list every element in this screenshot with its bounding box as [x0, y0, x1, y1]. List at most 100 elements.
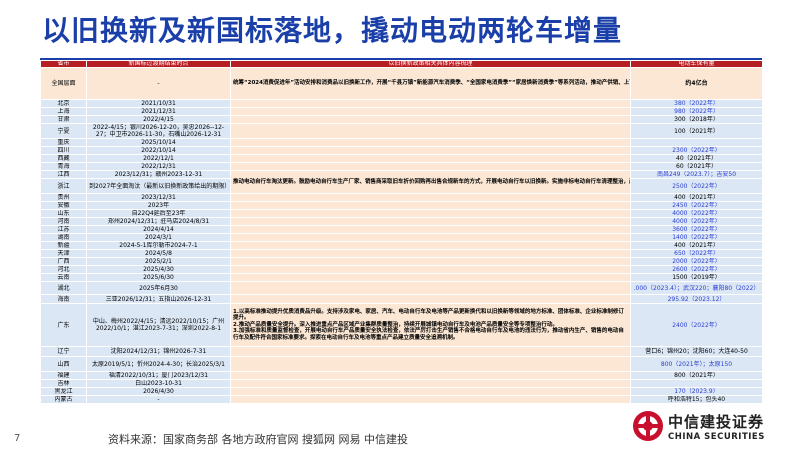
- policy-cell-empty: [230, 138, 631, 147]
- policy-cell-empty: [230, 281, 631, 295]
- table-row: 四川 2022/10/14 2300（2022年）: [40, 146, 763, 155]
- province-cell: 广东: [40, 303, 87, 347]
- date-cell: 2025/2/1: [86, 257, 231, 266]
- policy-cell-empty: [230, 249, 631, 258]
- ownership-cell: [630, 138, 763, 147]
- ownership-cell: 800（2021年）: [630, 371, 763, 380]
- table-row: 湖北 2025年6月30 .000（2023.4）；武汉220；襄阳80（2022）: [40, 281, 763, 295]
- policy-table: 省市 新国标过渡期结束时点 以旧换新政策相关具体内容梳理 电动车保有量 全国层面…: [40, 60, 763, 404]
- policy-cell-national: 统筹“2024消费促进年”活动安排和消费品以旧换新工作，开展“千县万镇”新能源汽…: [230, 67, 631, 100]
- policy-cell-empty: [230, 225, 631, 234]
- province-cell: 甘肃: [40, 115, 87, 124]
- province-cell: 浙江: [40, 178, 87, 194]
- date-cell: 2023/12/31；赣州2023-12-31: [86, 170, 231, 179]
- date-cell: 太原2019/5/1；忻州2024-4-30；长治2025/3/1: [86, 356, 231, 372]
- date-cell: 白山2023-10-31: [86, 379, 231, 388]
- date-cell: 2021/12/31: [86, 107, 231, 116]
- table-row: 云南 2025/6/30 1500（2019年）: [40, 273, 763, 282]
- ownership-cell: [630, 379, 763, 388]
- province-cell: 内蒙古: [40, 395, 87, 404]
- table-row: 上海 2021/12/31 980（2022年）: [40, 107, 763, 116]
- date-cell: 福清2022/10/31；厦门2023/12/31: [86, 371, 231, 380]
- province-cell: 北京: [40, 99, 87, 108]
- ownership-cell: 800（2021年）；太原150: [630, 356, 763, 372]
- table-row: 青海 2022/12/31 60（2021年）: [40, 162, 763, 171]
- province-cell: 青海: [40, 162, 87, 171]
- policy-cell-empty: [230, 265, 631, 274]
- province-cell: 海南: [40, 294, 87, 304]
- province-cell: 云南: [40, 273, 87, 282]
- policy-cell-empty: [230, 346, 631, 357]
- date-cell: 2023/12/31: [86, 193, 231, 202]
- province-cell: 江西: [40, 170, 87, 179]
- province-cell: 福建: [40, 371, 87, 380]
- policy-cell-empty: [230, 146, 631, 155]
- province-cell: 宁夏: [40, 123, 87, 139]
- policy-cell-empty: [230, 294, 631, 304]
- ownership-cell: 980（2022年）: [630, 107, 763, 116]
- table-row: 安徽 2023年 2450（2022年）: [40, 201, 763, 210]
- table-row: 甘肃 2022/4/15 300（2018年）: [40, 115, 763, 124]
- policy-cell-empty: [230, 209, 631, 218]
- policy-cell-empty: [230, 356, 631, 372]
- policy-cell-empty: [230, 233, 631, 242]
- province-cell: 湖南: [40, 233, 87, 242]
- province-cell: 湖北: [40, 281, 87, 295]
- ownership-cell: 400（2021年）: [630, 193, 763, 202]
- table-row: 海南 三亚2026/12/31；五指山2026-12-31 295.92（2023.…: [40, 294, 763, 304]
- policy-cell-empty: [230, 115, 631, 124]
- ownership-cell: 2500（2022年）: [630, 178, 763, 194]
- province-cell: 上海: [40, 107, 87, 116]
- ownership-cell: 295.92（2023.12）: [630, 294, 763, 304]
- province-cell: 吉林: [40, 379, 87, 388]
- table-header-row: 省市 新国标过渡期结束时点 以旧换新政策相关具体内容梳理 电动车保有量: [40, 60, 763, 68]
- province-cell: 辽宁: [40, 346, 87, 357]
- logo-text-en: CHINA SECURITIES: [668, 432, 765, 442]
- page-number: 7: [14, 433, 21, 444]
- date-cell: 2022/4/15: [86, 115, 231, 124]
- table-row: 天津 2024/5/8 650（2022年）: [40, 249, 763, 258]
- ownership-cell: .000（2023.4）；武汉220；襄阳80（2022）: [630, 281, 763, 295]
- table-row: 内蒙古 - 呼和浩特15；包头40: [40, 395, 763, 404]
- province-cell: 安徽: [40, 201, 87, 210]
- ownership-cell: 2300（2022年）: [630, 146, 763, 155]
- slide: 以旧换新及新国标落地，撬动电动两轮车增量 省市 新国标过渡期结束时点 以旧换新政…: [0, 0, 802, 452]
- date-cell: 2024/4/14: [86, 225, 231, 234]
- company-logo: 中信建投证券 CHINA SECURITIES: [618, 408, 802, 452]
- source-note: 资料来源：国家商务部 各地方政府官网 搜狐网 网易 中信建投: [108, 433, 408, 446]
- ownership-cell: 170（2023.9）: [630, 387, 763, 396]
- ownership-cell: 4000（2022年）: [630, 209, 763, 218]
- ownership-cell: 2400（2022年）: [630, 303, 763, 347]
- policy-cell-empty: [230, 201, 631, 210]
- ownership-cell: 380（2022年）: [630, 99, 763, 108]
- ownership-cell: 营口6；锦州20；沈阳60；大连40-50: [630, 346, 763, 357]
- province-cell: 黑龙江: [40, 387, 87, 396]
- date-cell: 2022/12/31: [86, 162, 231, 171]
- table-row: 黑龙江 2026/4/30 170（2023.9）: [40, 387, 763, 396]
- ownership-cell: 2600（2022年）: [630, 265, 763, 274]
- ownership-cell: 呼和浩特15；包头40: [630, 395, 763, 404]
- date-cell: 三亚2026/12/31；五指山2026-12-31: [86, 294, 231, 304]
- table-row: 山东 自22Q4延后至23年 4000（2022年）: [40, 209, 763, 218]
- province-cell: 重庆: [40, 138, 87, 147]
- date-cell: 2021/10/31: [86, 99, 231, 108]
- china-securities-logo-icon: [633, 411, 663, 441]
- table-row: 湖南 2024/3/1 1400（2022年）: [40, 233, 763, 242]
- table-row: 山西 太原2019/5/1；忻州2024-4-30；长治2025/3/1 800（2…: [40, 356, 763, 372]
- date-cell: -: [86, 395, 231, 404]
- table-row: 广东 中山、梅州2022/4/15；清远2022/10/15；广州2022/10/…: [40, 303, 763, 347]
- ownership-cell: 2450（2022年）: [630, 201, 763, 210]
- table-row: 贵州 2023/12/31 400（2021年）: [40, 193, 763, 202]
- date-cell: 沈阳2024/12/31；锦州2026-7-31: [86, 346, 231, 357]
- date-cell: 2025/10/14: [86, 138, 231, 147]
- policy-cell-empty: [230, 387, 631, 396]
- page-title: 以旧换新及新国标落地，撬动电动两轮车增量: [42, 14, 623, 47]
- policy-cell-empty: [230, 371, 631, 380]
- date-cell: 2024/3/1: [86, 233, 231, 242]
- table-row: 江苏 2024/4/14 3600（2022年）: [40, 225, 763, 234]
- header-policy: 以旧换新政策相关具体内容梳理: [230, 60, 631, 68]
- date-cell: 2022/12/1: [86, 154, 231, 163]
- date-cell: 2024/5/8: [86, 249, 231, 258]
- policy-cell-empty: [230, 217, 631, 226]
- policy-cell-empty: [230, 193, 631, 202]
